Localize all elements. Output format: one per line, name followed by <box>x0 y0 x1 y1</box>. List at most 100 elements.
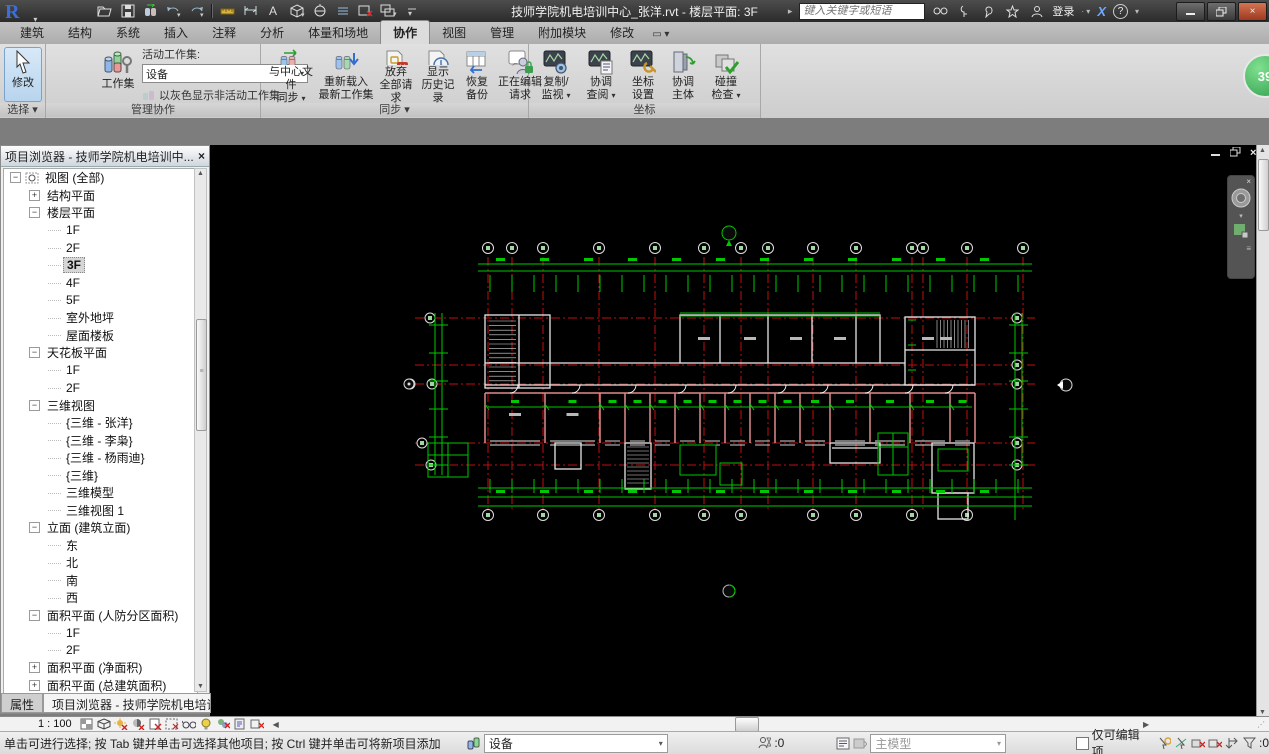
tree-item-结构平面[interactable]: + 结构平面 <box>4 187 197 205</box>
tree-item-立面-建筑立面-[interactable]: − 立面 (建筑立面) <box>4 519 197 537</box>
tree-item-北[interactable]: 北 <box>4 554 197 572</box>
search-input[interactable] <box>799 2 926 20</box>
modify-button[interactable]: 修改 <box>4 47 42 102</box>
tree-item-屋面楼板[interactable]: 屋面楼板 <box>4 327 197 345</box>
tree-item-南[interactable]: 南 <box>4 572 197 590</box>
tree-item-西[interactable]: 西 <box>4 589 197 607</box>
tree-item-楼层平面[interactable]: − 楼层平面 <box>4 204 197 222</box>
ribbon-tab-协作[interactable]: 协作 <box>380 20 431 44</box>
collapse-icon[interactable]: − <box>29 207 40 219</box>
navbar-close-icon[interactable]: × <box>1228 176 1254 187</box>
text-icon[interactable]: A <box>265 2 282 19</box>
ribbon-tab-注释[interactable]: 注释 <box>200 21 248 44</box>
scroll-down-icon[interactable]: ▼ <box>1257 709 1268 716</box>
sign-in-arrow-icon[interactable]: · ▾ <box>1081 7 1090 16</box>
ribbon-display-toggle-icon[interactable]: ▭ ▾ <box>652 29 669 44</box>
editing-requests-icon[interactable] <box>758 737 772 750</box>
ribbon-tab-附加模块[interactable]: 附加模块 <box>526 21 598 44</box>
filter-icon[interactable] <box>1242 737 1256 750</box>
expand-icon[interactable]: + <box>29 679 40 691</box>
analytical-model-icon[interactable] <box>250 718 264 731</box>
tree-item--三维-李枭-[interactable]: {三维 - 李枭} <box>4 432 197 450</box>
help-arrow-icon[interactable]: ▾ <box>1135 7 1139 16</box>
steering-wheel-icon[interactable] <box>1228 187 1254 212</box>
ribbon-tab-系统[interactable]: 系统 <box>104 21 152 44</box>
ribbon-tab-建筑[interactable]: 建筑 <box>8 21 56 44</box>
ribbon-button-reload[interactable]: 重新载入 最新工作集 <box>317 47 375 105</box>
sign-in-icon[interactable] <box>1028 3 1045 20</box>
navbar-divider-icon[interactable]: ▾ <box>1228 212 1254 220</box>
minimize-button[interactable] <box>1176 2 1205 21</box>
vertical-scroll-thumb[interactable] <box>1258 159 1269 231</box>
tab-project-browser[interactable]: 项目浏览器 - 技师学院机电培训... <box>43 694 211 713</box>
design-options-icon[interactable] <box>836 737 850 750</box>
aligned-dimension-icon[interactable] <box>242 2 259 19</box>
view-scale[interactable]: 1 : 100 <box>38 718 72 730</box>
ribbon-button-history[interactable]: 显示 历史记录 <box>417 47 459 105</box>
select-links-icon[interactable] <box>1174 737 1188 750</box>
vertical-scrollbar[interactable]: ▲ ▼ <box>1256 145 1269 718</box>
select-panel-footer[interactable]: 选择 ▾ <box>0 103 45 117</box>
tree-item-三维模型[interactable]: 三维模型 <box>4 484 197 502</box>
ribbon-tab-修改[interactable]: 修改 <box>598 21 646 44</box>
search-icon[interactable] <box>932 3 949 20</box>
restore-button[interactable] <box>1207 2 1236 21</box>
tab-properties[interactable]: 属性 <box>1 694 44 713</box>
shadows-icon[interactable] <box>131 718 145 731</box>
tree-item-3F[interactable]: 3F <box>4 257 197 275</box>
sync-panel-footer[interactable]: 同步 ▾ <box>261 103 528 117</box>
ribbon-tab-结构[interactable]: 结构 <box>56 21 104 44</box>
expand-icon[interactable]: + <box>29 189 40 201</box>
tree-item--三维-[interactable]: {三维} <box>4 467 197 485</box>
close-button[interactable]: × <box>1238 2 1267 21</box>
collapse-icon[interactable]: − <box>29 347 40 359</box>
crop-view-icon[interactable] <box>148 718 162 731</box>
visual-style-icon[interactable] <box>97 718 111 731</box>
expand-icon[interactable]: + <box>29 662 40 674</box>
hscroll-left-icon[interactable]: ◀ <box>273 720 279 729</box>
project-browser-title-bar[interactable]: 项目浏览器 - 技师学院机电培训中... × <box>1 146 209 167</box>
worksets-button[interactable]: 工作集 <box>98 47 138 105</box>
ribbon-tab-体量和场地[interactable]: 体量和场地 <box>296 21 380 44</box>
collapse-icon[interactable]: − <box>29 609 40 621</box>
ribbon-tab-管理[interactable]: 管理 <box>478 21 526 44</box>
ribbon-button-relinquish[interactable]: 放弃 全部请求 <box>375 47 417 105</box>
ribbon-button-review[interactable]: 协调 查阅 ▾ <box>579 47 623 105</box>
select-pinned-icon[interactable] <box>1191 737 1206 750</box>
tree-item-面积平面-人防分区面积-[interactable]: − 面积平面 (人防分区面积) <box>4 607 197 625</box>
collapse-icon[interactable]: − <box>29 399 40 411</box>
customize-qat-icon[interactable]: ▾ <box>403 2 420 19</box>
reveal-hidden-icon[interactable] <box>199 718 213 731</box>
tree-item-室外地坪[interactable]: 室外地坪 <box>4 309 197 327</box>
manage-panel-footer[interactable]: 管理协作 <box>46 103 260 117</box>
navbar-options-icon[interactable]: ≡ <box>1228 242 1254 255</box>
tree-item-东[interactable]: 东 <box>4 537 197 555</box>
tree-item-5F[interactable]: 5F <box>4 292 197 310</box>
open-icon[interactable] <box>96 2 113 19</box>
tree-scrollbar[interactable]: ▲ ≡ ▼ <box>194 168 207 692</box>
sun-path-icon[interactable] <box>113 718 128 731</box>
close-hidden-windows-icon[interactable] <box>357 2 374 19</box>
undo-icon[interactable]: ▾ <box>165 2 182 19</box>
tree-item-2F[interactable]: 2F <box>4 642 197 660</box>
show-crop-region-icon[interactable] <box>165 718 179 731</box>
tree-scroll-up-icon[interactable]: ▲ <box>195 170 206 177</box>
tree-item-1F[interactable]: 1F <box>4 624 197 642</box>
save-icon[interactable] <box>119 2 136 19</box>
tree-scroll-down-icon[interactable]: ▼ <box>195 683 206 690</box>
redo-icon[interactable]: ▾ <box>188 2 205 19</box>
drawing-canvas[interactable]: × <box>210 145 1256 718</box>
tree-item-2F[interactable]: 2F <box>4 379 197 397</box>
tree-item-面积平面-净面积-[interactable]: + 面积平面 (净面积) <box>4 659 197 677</box>
tree-item-三维视图[interactable]: − 三维视图 <box>4 397 197 415</box>
collapse-icon[interactable]: − <box>29 522 40 534</box>
coordinate-panel-footer[interactable]: 坐标 <box>529 103 760 117</box>
switch-windows-icon[interactable]: ▾ <box>380 2 397 19</box>
tree-item-三维视图-1[interactable]: 三维视图 1 <box>4 502 197 520</box>
editable-only-toggle[interactable]: 仅可编辑项 <box>1076 726 1149 754</box>
thin-lines-icon[interactable] <box>334 2 351 19</box>
ribbon-tab-插入[interactable]: 插入 <box>152 21 200 44</box>
ribbon-button-sync[interactable]: 与中心文件 同步 ▾ <box>265 47 317 105</box>
tree-item-1F[interactable]: 1F <box>4 362 197 380</box>
temporary-hide-isolate-icon[interactable] <box>181 718 196 731</box>
